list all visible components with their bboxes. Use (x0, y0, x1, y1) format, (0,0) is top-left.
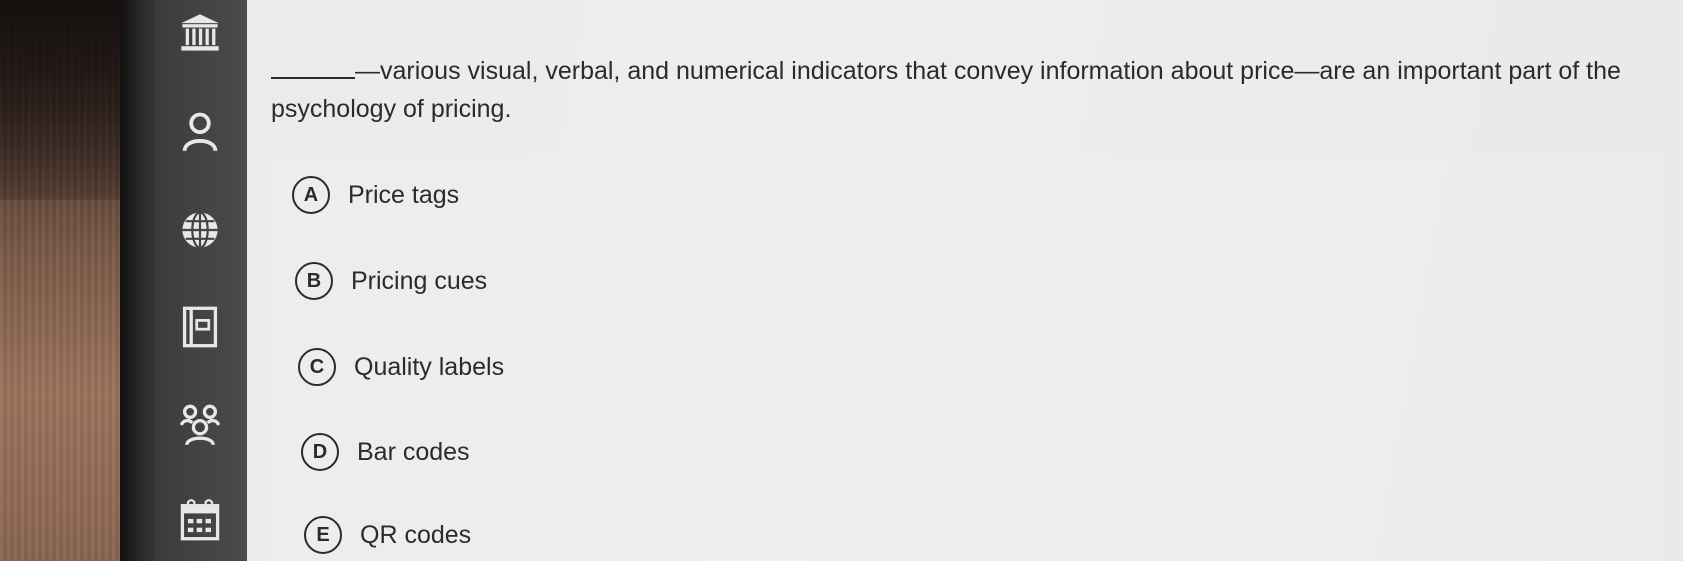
book-icon[interactable] (175, 302, 225, 352)
app-sidebar (155, 0, 247, 561)
answer-blank (271, 55, 355, 79)
group-icon[interactable] (175, 400, 225, 450)
question-panel: —various visual, verbal, and numerical i… (247, 0, 1683, 561)
option-label: Price tags (348, 180, 460, 209)
option-label: Pricing cues (351, 266, 488, 295)
option-letter: E (304, 516, 342, 554)
option-letter: A (292, 176, 330, 214)
option-a[interactable]: A Price tags (292, 176, 459, 214)
calendar-icon[interactable] (175, 495, 225, 545)
option-d[interactable]: D Bar codes (301, 433, 470, 471)
option-letter: D (301, 433, 339, 471)
option-b[interactable]: B Pricing cues (295, 262, 487, 300)
question-text: —various visual, verbal, and numerical i… (271, 52, 1651, 128)
option-letter: C (298, 348, 336, 386)
question-body: —various visual, verbal, and numerical i… (271, 57, 1621, 123)
option-label: QR codes (360, 520, 472, 549)
photo-scene: —various visual, verbal, and numerical i… (0, 0, 1683, 561)
option-e[interactable]: E QR codes (304, 516, 471, 554)
option-letter: B (295, 262, 333, 300)
globe-icon[interactable] (175, 205, 225, 255)
option-label: Bar codes (357, 437, 470, 466)
option-label: Quality labels (354, 352, 505, 381)
option-c[interactable]: C Quality labels (298, 348, 504, 386)
monitor-bezel (120, 0, 160, 561)
user-icon[interactable] (175, 106, 225, 156)
institution-icon[interactable] (175, 8, 225, 58)
